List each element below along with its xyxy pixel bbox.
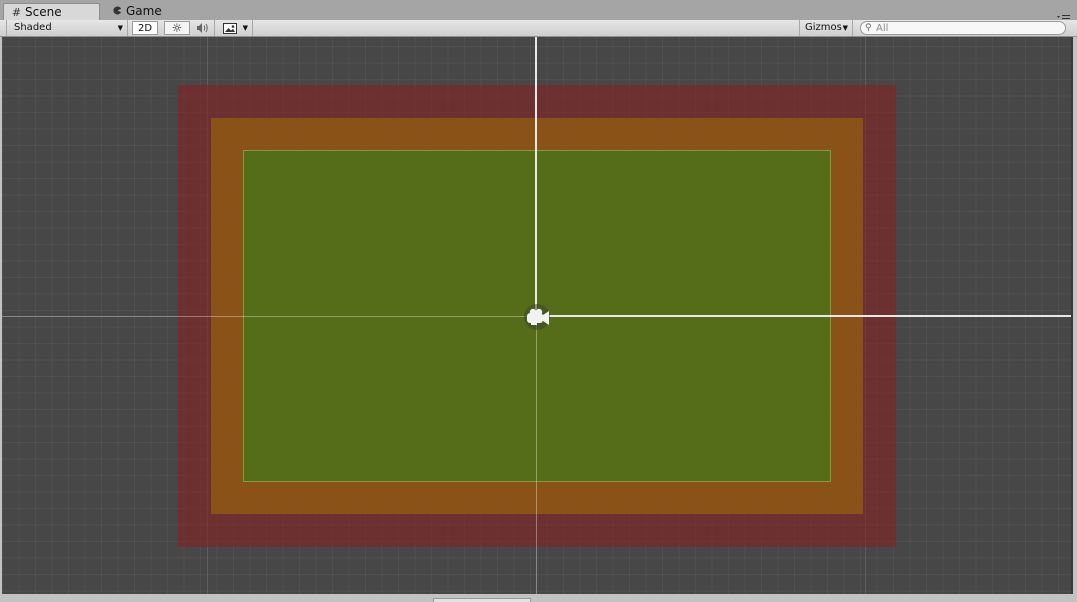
window-menu-icon[interactable]: [1057, 9, 1071, 22]
speaker-icon: [196, 23, 208, 33]
scene-toolbar: Shaded ▼ 2D ☼ ▼ Gizmos ▼ ⚲: [0, 20, 1077, 37]
panel-resize-handle[interactable]: [433, 598, 531, 602]
gizmos-dropdown[interactable]: Gizmos ▼: [799, 20, 853, 36]
search-input[interactable]: [876, 22, 1061, 34]
lighting-toggle-button[interactable]: ☼: [164, 21, 190, 35]
camera-frustum-line: [542, 315, 1073, 317]
tab-scene-label: Scene: [25, 5, 62, 19]
tab-strip: # Scene Game: [0, 0, 1077, 22]
caret-down-icon: ▼: [842, 24, 848, 32]
audio-toggle-button[interactable]: [191, 20, 215, 36]
sun-icon: ☼: [171, 21, 183, 35]
tab-scene[interactable]: # Scene: [3, 3, 100, 20]
search-icon[interactable]: ⚲: [865, 22, 872, 34]
hierarchy-search-box: ⚲: [860, 21, 1066, 35]
camera-icon[interactable]: [520, 303, 554, 331]
camera-frustum-line: [535, 37, 537, 311]
shading-mode-label: Shaded: [14, 22, 52, 33]
toggle-2d-button[interactable]: 2D: [132, 21, 158, 35]
caret-down-icon: ▼: [242, 24, 248, 32]
scene-viewport[interactable]: [2, 37, 1073, 594]
tab-game[interactable]: Game: [104, 3, 184, 20]
viewport-border: [1071, 37, 1073, 594]
scene-window: # Scene Game Shaded ▼ 2D ☼ ▼ Gizmos ▼ ⚲ …: [0, 0, 1077, 602]
caret-down-icon: ▼: [117, 24, 123, 32]
hash-grid-icon: #: [11, 6, 22, 19]
image-icon: [223, 23, 237, 34]
effects-dropdown[interactable]: ▼: [217, 20, 253, 36]
shading-mode-dropdown[interactable]: Shaded ▼: [6, 20, 128, 36]
pacman-icon: [111, 3, 124, 20]
tab-game-label: Game: [126, 4, 162, 18]
gizmos-label: Gizmos: [805, 22, 842, 33]
